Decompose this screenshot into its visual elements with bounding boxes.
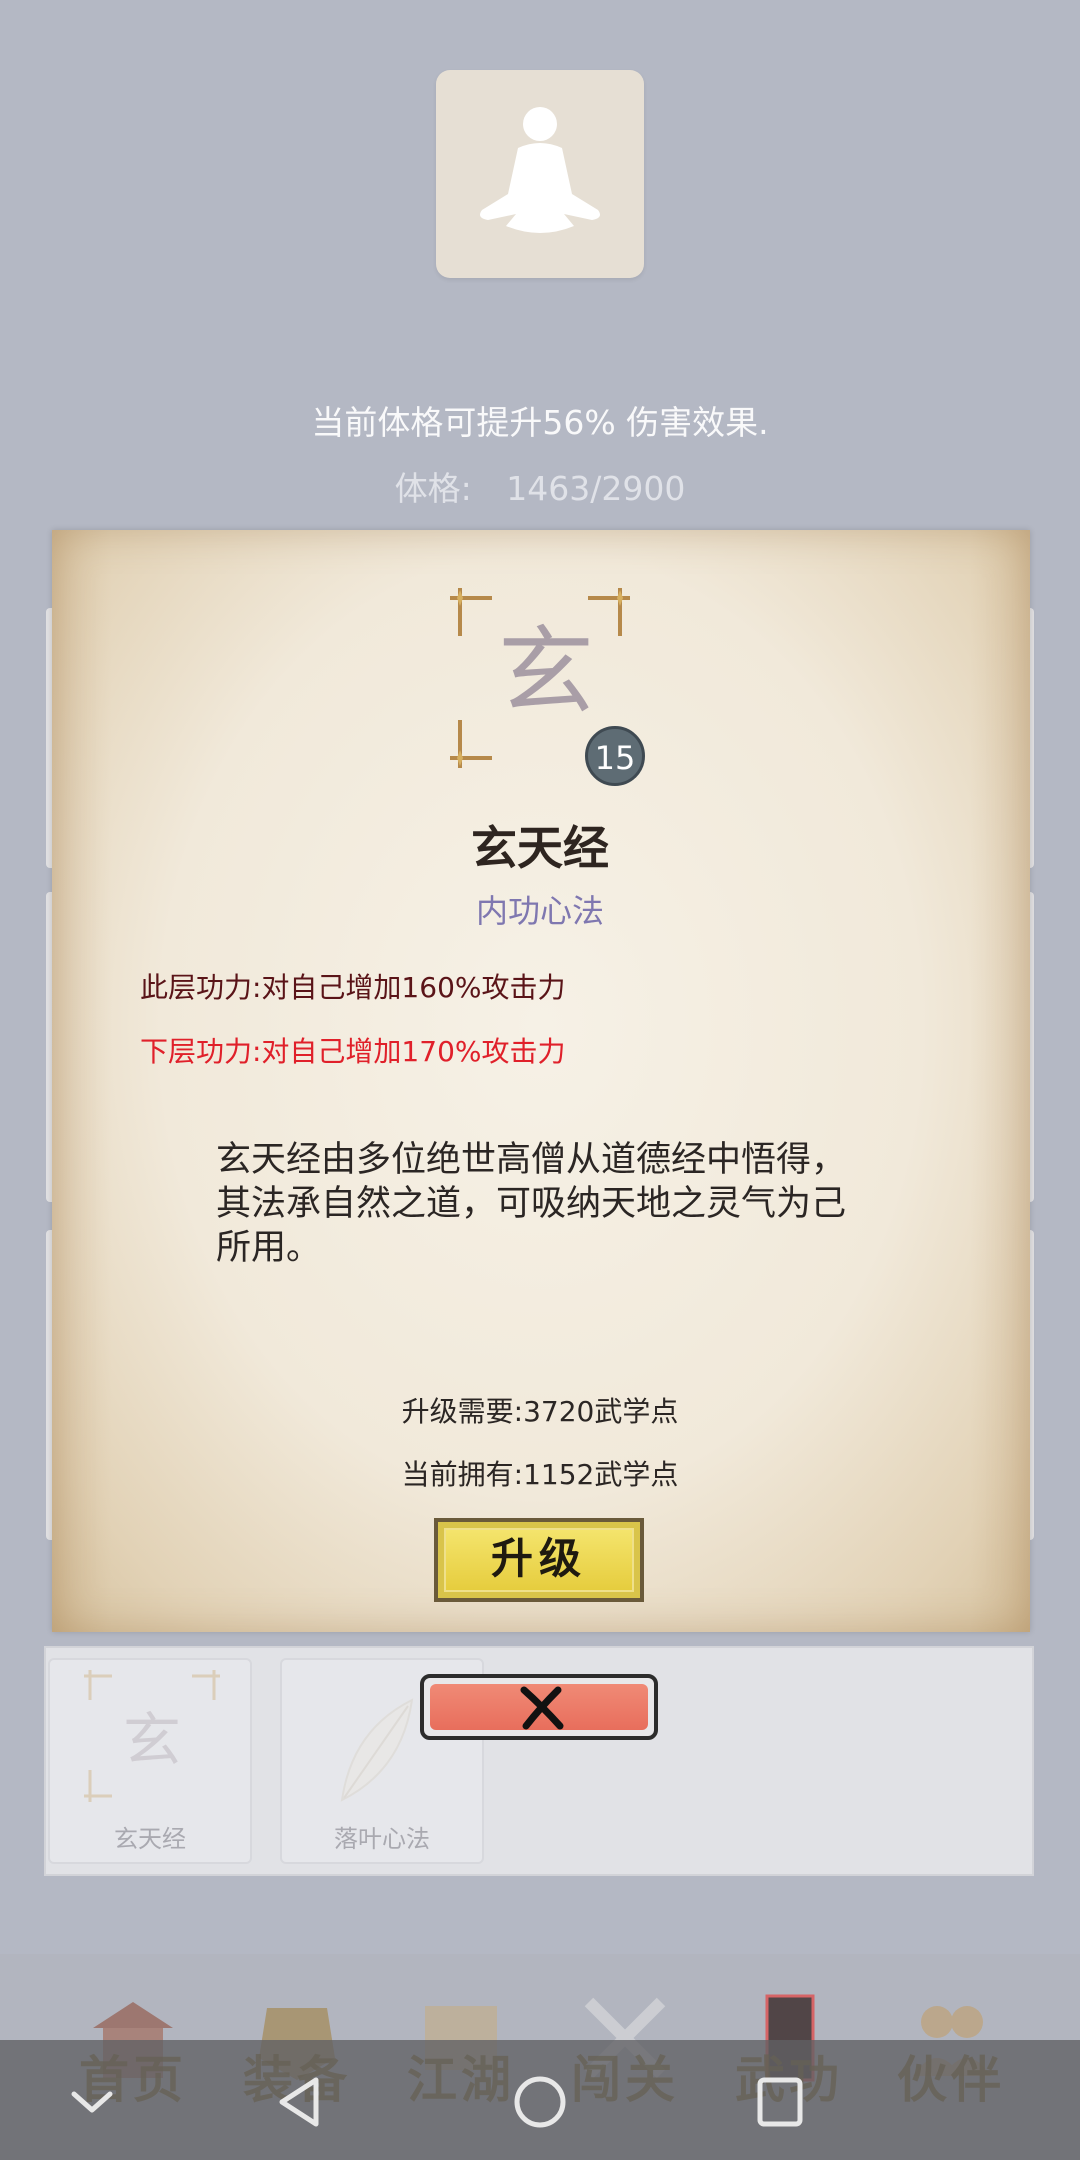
skill-type: 内功心法 [475, 892, 604, 930]
meditation-icon [480, 107, 600, 233]
physique-stat: 体格: 1463/2900 [0, 462, 1080, 510]
home-circle-icon[interactable] [508, 2072, 572, 2132]
skill-description: 玄天经由多位绝世高僧从道德经中悟得，其法承自然之道，可吸纳天地之灵气为己所用。 [216, 1140, 847, 1268]
expand-icon[interactable] [60, 2072, 124, 2132]
recents-icon[interactable] [748, 2072, 812, 2132]
close-icon [520, 1686, 564, 1730]
skill-card-label: 玄天经 [114, 1825, 186, 1853]
level-badge: 15 [585, 726, 645, 786]
upgrade-button[interactable]: 升级 [434, 1518, 644, 1602]
upgrade-cost: 升级需要:3720武学点 [401, 1395, 679, 1428]
damage-bonus-text: 当前体格可提升56% 伤害效果. [311, 403, 769, 442]
skill-name: 玄天经 [471, 821, 609, 875]
skill-card-label: 落叶心法 [334, 1825, 430, 1853]
physique-label: 体格: [394, 469, 472, 508]
close-button[interactable] [420, 1674, 658, 1740]
upgrade-button-label: 升级 [444, 1528, 634, 1592]
next-level-effect: 下层功力:对自己增加170%攻击力 [140, 1035, 566, 1068]
skill-card-xuantian[interactable]: 玄 玄天经 [48, 1658, 252, 1864]
back-icon[interactable] [268, 2072, 332, 2132]
skill-glyph-icon: 玄 [498, 616, 594, 728]
current-level-effect: 此层功力:对自己增加160%攻击力 [140, 971, 566, 1004]
physique-value: 1463/2900 [506, 469, 686, 508]
svg-text:玄: 玄 [123, 1706, 181, 1774]
meditation-avatar [436, 70, 644, 278]
current-points: 当前拥有:1152武学点 [401, 1458, 679, 1491]
